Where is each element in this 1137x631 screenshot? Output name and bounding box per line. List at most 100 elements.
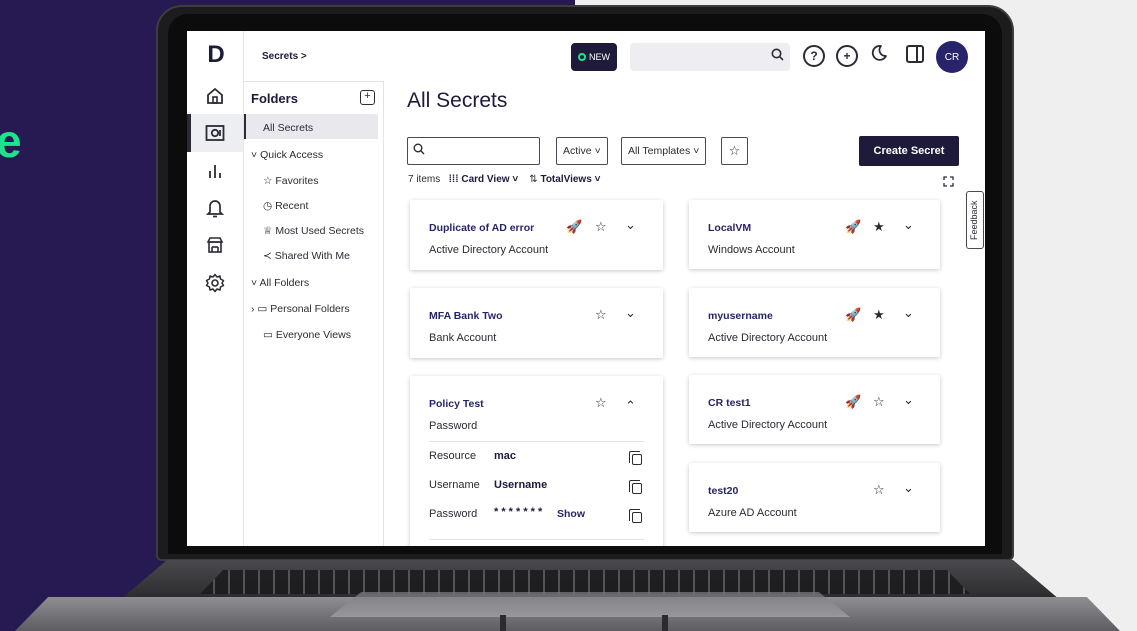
rocket-icon[interactable]: 🚀 — [845, 394, 861, 410]
folder-item-all-secrets[interactable]: All Secrets — [263, 122, 313, 134]
new-experience-badge[interactable]: NEW — [571, 43, 617, 71]
help-glyph: ? — [810, 49, 818, 63]
nav-rail-active-indicator — [187, 114, 191, 152]
star-icon[interactable]: ☆ — [595, 219, 607, 235]
folder-item-all-folders[interactable]: ˅ All Folders — [251, 277, 309, 289]
sort-icon[interactable]: ⇅ — [529, 174, 537, 185]
folder-item-everyone-views[interactable]: ▭ Everyone Views — [263, 329, 351, 341]
secret-card[interactable]: test20 Azure AD Account ☆ ⌄ — [689, 463, 940, 532]
rocket-icon[interactable]: 🚀 — [566, 219, 582, 235]
folder-item-quick-access[interactable]: ˅ Quick Access — [251, 149, 323, 161]
secret-title[interactable]: Duplicate of AD error — [429, 222, 534, 234]
app-logo[interactable]: D — [204, 41, 228, 69]
chevron-down-icon[interactable]: ˅ — [251, 149, 257, 161]
favorites-filter-button[interactable]: ☆ — [721, 137, 748, 165]
chevron-down-icon[interactable]: ⌄ — [903, 305, 914, 321]
laptop-foot-left — [500, 615, 506, 631]
sort-dropdown[interactable]: TotalViews — [540, 174, 591, 185]
star-icon: ☆ — [728, 143, 741, 158]
chevron-down-icon[interactable]: ⌄ — [903, 217, 914, 233]
chevron-right-icon[interactable]: › — [251, 303, 255, 315]
reports-icon[interactable] — [201, 159, 229, 183]
laptop-foot-right — [662, 615, 668, 631]
backdrop-partial-text: e — [0, 115, 22, 167]
chevron-down-icon: ˅ — [693, 145, 700, 157]
secret-title[interactable]: test20 — [708, 485, 738, 497]
secret-title[interactable]: Policy Test — [429, 398, 484, 410]
folder-item-shared-with-me[interactable]: ≺ Shared With Me — [263, 250, 350, 262]
create-secret-button[interactable]: Create Secret — [859, 136, 959, 166]
folder-item-favorites[interactable]: ☆ Favorites — [263, 175, 319, 187]
add-folder-icon[interactable]: + — [360, 90, 375, 105]
feedback-tab[interactable]: Feedback — [966, 191, 984, 249]
secret-card-expanded[interactable]: Policy Test Password ☆ ⌃ Resource mac Us… — [410, 376, 663, 546]
chevron-down-icon[interactable]: ⌄ — [903, 392, 914, 408]
vault-icon[interactable] — [201, 121, 229, 145]
folder-label: Favorites — [275, 175, 319, 187]
copy-icon[interactable] — [629, 451, 642, 465]
grid-icon[interactable]: ⁞⁞⁞ — [449, 174, 459, 185]
breadcrumb[interactable]: Secrets > — [262, 51, 307, 62]
star-icon[interactable]: ☆ — [873, 482, 885, 498]
share-icon: ≺ — [263, 250, 272, 262]
chevron-down-icon[interactable]: ˅ — [251, 277, 257, 289]
star-filled-icon[interactable]: ★ — [873, 219, 885, 235]
star-filled-icon[interactable]: ★ — [873, 307, 885, 323]
star-icon[interactable]: ☆ — [595, 307, 607, 323]
rocket-icon[interactable]: 🚀 — [845, 219, 861, 235]
copy-icon[interactable] — [629, 509, 642, 523]
chevron-down-icon[interactable]: ˅ — [512, 174, 518, 185]
chevron-down-icon[interactable]: ⌄ — [625, 305, 636, 321]
show-password-link[interactable]: Show — [557, 508, 585, 520]
secret-title[interactable]: MFA Bank Two — [429, 310, 503, 322]
search-icon[interactable] — [771, 48, 784, 64]
star-icon[interactable]: ☆ — [873, 394, 885, 410]
folder-item-most-used[interactable]: ♕ Most Used Secrets — [263, 225, 364, 237]
divider — [429, 441, 644, 442]
secret-card[interactable]: MFA Bank Two Bank Account ☆ ⌄ — [410, 288, 663, 358]
bell-icon[interactable] — [201, 196, 229, 220]
star-icon[interactable]: ☆ — [595, 395, 607, 411]
chevron-down-icon[interactable]: ˅ — [595, 174, 601, 185]
rocket-icon[interactable]: 🚀 — [845, 307, 861, 323]
secret-title[interactable]: myusername — [708, 310, 773, 322]
folder-label: All Folders — [259, 277, 310, 289]
secret-card[interactable]: myusername Active Directory Account 🚀 ★ … — [689, 288, 940, 357]
chevron-down-icon[interactable]: ⌄ — [903, 480, 914, 496]
secret-card[interactable]: CR test1 Active Directory Account 🚀 ☆ ⌄ — [689, 375, 940, 444]
folder-item-recent[interactable]: ◷ Recent — [263, 200, 308, 212]
view-mode-dropdown[interactable]: Card View — [461, 174, 509, 185]
laptop-keyboard — [200, 570, 970, 594]
template-filter-dropdown[interactable]: All Templates ˅ — [621, 137, 707, 165]
copy-icon[interactable] — [629, 480, 642, 494]
store-icon[interactable] — [201, 233, 229, 257]
secret-type: Bank Account — [429, 332, 497, 344]
secret-card[interactable]: LocalVM Windows Account 🚀 ★ ⌄ — [689, 200, 940, 269]
secret-title[interactable]: CR test1 — [708, 397, 751, 409]
folder-icon: ▭ — [257, 303, 268, 315]
home-icon[interactable] — [201, 84, 229, 108]
fullscreen-icon[interactable] — [943, 176, 954, 190]
chevron-up-icon[interactable]: ⌃ — [625, 398, 636, 414]
status-filter-dropdown[interactable]: Active ˅ — [556, 137, 608, 165]
new-badge-icon — [578, 53, 586, 61]
new-badge-label: NEW — [589, 52, 610, 62]
add-glyph: + — [843, 49, 851, 63]
password-masked: * * * * * * * — [494, 506, 543, 518]
chevron-down-icon[interactable]: ⌄ — [625, 217, 636, 233]
add-icon[interactable]: + — [836, 45, 858, 67]
side-panel-icon[interactable] — [906, 45, 924, 63]
global-search-input[interactable] — [630, 43, 790, 71]
dark-mode-icon[interactable] — [870, 44, 888, 67]
gear-icon[interactable] — [201, 271, 229, 295]
feedback-label: Feedback — [969, 200, 979, 240]
crown-icon: ♕ — [263, 225, 273, 237]
secret-title[interactable]: LocalVM — [708, 222, 751, 234]
folder-item-personal-folders[interactable]: › ▭ Personal Folders — [251, 303, 350, 315]
secrets-search-input[interactable] — [407, 137, 540, 165]
avatar[interactable]: CR — [936, 41, 968, 73]
help-icon[interactable]: ? — [803, 45, 825, 67]
app-screen: D Secrets > NEW ? + CR Folders + All Sec… — [187, 31, 985, 546]
divider — [429, 539, 644, 540]
secret-card[interactable]: Duplicate of AD error Active Directory A… — [410, 200, 663, 270]
